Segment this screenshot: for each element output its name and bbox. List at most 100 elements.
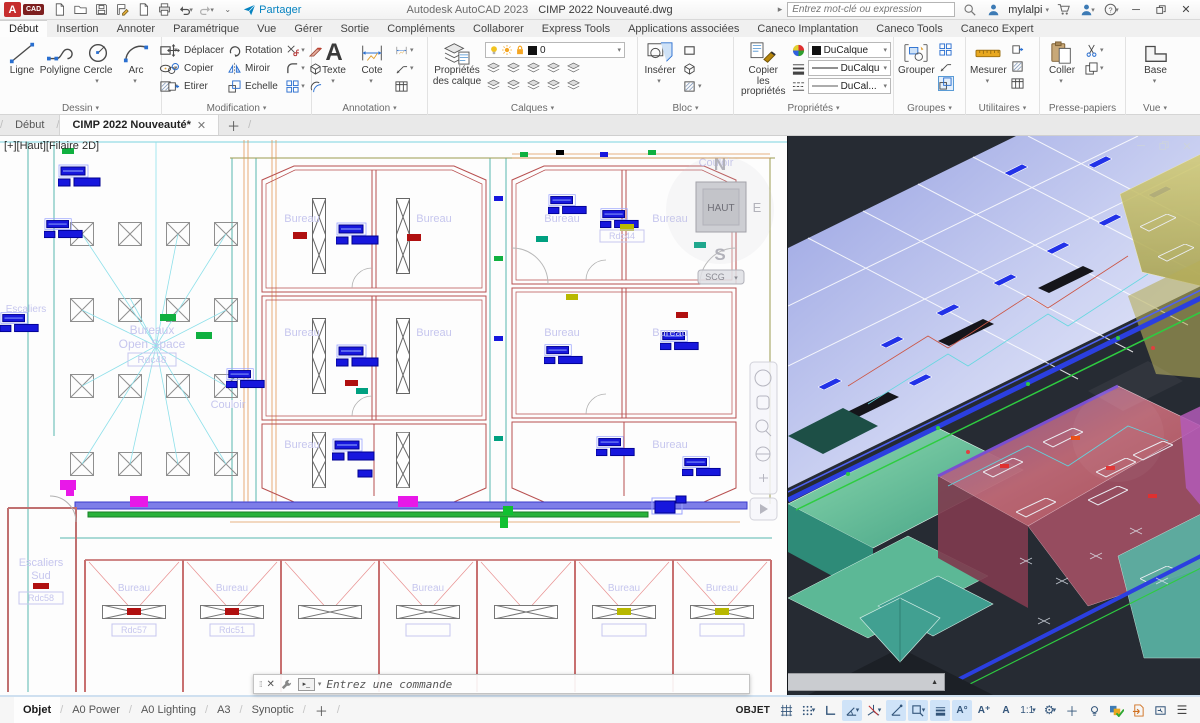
quick-select-button[interactable]	[1010, 42, 1026, 57]
layer-freeze-button[interactable]	[525, 60, 541, 75]
match-properties-button[interactable]: Copierles propriétés	[737, 39, 790, 97]
viewport-close-button[interactable]: ✕	[1180, 140, 1194, 152]
autocad-logo[interactable]: A	[4, 2, 21, 17]
object-snap-toggle[interactable]: ▾	[908, 700, 928, 721]
restore-button[interactable]	[1151, 2, 1171, 18]
point-style-button[interactable]	[1010, 59, 1026, 74]
arc-button[interactable]: Arc▾	[117, 39, 155, 87]
ribbon-tab-sortie[interactable]: Sortie	[331, 20, 378, 37]
ribbon-tab-debut[interactable]: Début	[0, 20, 47, 37]
group-button[interactable]: Grouper	[897, 39, 936, 76]
panel-label-dessin[interactable]: Dessin▾	[0, 101, 161, 115]
viewcube-north[interactable]: N	[714, 155, 726, 174]
dimension-button[interactable]: Cote▾	[353, 39, 391, 87]
lineweight-toggle[interactable]	[930, 700, 950, 721]
annotation-monitor-toggle[interactable]: ＋	[1062, 700, 1082, 721]
scale-button[interactable]: Echelle	[226, 78, 282, 94]
layout-tab-a0-lighting[interactable]: A0 Lighting	[132, 697, 205, 723]
help-icon[interactable]: ▾	[1102, 2, 1121, 18]
save-as-button[interactable]	[113, 2, 132, 18]
viewport-minimize-button[interactable]: ─	[1134, 140, 1148, 152]
panel-label-annotation[interactable]: Annotation▾	[312, 101, 427, 115]
layout-tab-a3[interactable]: A3	[208, 697, 239, 723]
viewport-restore-button[interactable]	[1157, 140, 1171, 152]
calculator-button[interactable]	[1010, 76, 1026, 91]
paste-button[interactable]: Coller▾	[1043, 39, 1081, 87]
ribbon-tab-caneco-implantation[interactable]: Caneco Implantation	[748, 20, 867, 37]
layer-dropdown[interactable]: 0 ▾	[485, 42, 625, 58]
circle-button[interactable]: Cercle▾	[79, 39, 117, 87]
isometric-drafting-toggle[interactable]: ▾	[864, 700, 884, 721]
object-snap-tracking-toggle[interactable]	[886, 700, 906, 721]
command-line-palette[interactable]: ⁞⁞ ✕ ▸_ ▾	[253, 674, 750, 694]
scale-indicator[interactable]: 1:1▾	[1018, 700, 1038, 721]
rotate-button[interactable]: Rotation	[226, 42, 282, 58]
plot-preview-button[interactable]	[134, 2, 153, 18]
ribbon-tab-gerer[interactable]: Gérer	[285, 20, 331, 37]
layer-properties-button[interactable]: Propriétésdes calque	[431, 39, 483, 87]
ribbon-tab-annoter[interactable]: Annoter	[108, 20, 165, 37]
palette-grip[interactable]: ⁞⁞	[259, 680, 261, 689]
layer-unlock-button[interactable]	[525, 77, 541, 92]
file-tab-close-icon[interactable]: ✕	[197, 119, 206, 132]
move-button[interactable]: Déplacer	[165, 42, 224, 58]
annotation-scale-button[interactable]: A	[996, 700, 1016, 721]
share-button[interactable]: Partager	[243, 3, 301, 16]
autoscale-toggle[interactable]: A⁺	[974, 700, 994, 721]
user-icon[interactable]	[984, 2, 1003, 18]
block-attributes-button[interactable]: ▾	[681, 78, 702, 94]
search-icon[interactable]	[960, 2, 979, 18]
viewcube[interactable]: N HAUT E S SCG ▾	[666, 155, 774, 284]
expand-bar-icon[interactable]: ▲	[931, 679, 938, 686]
export-settings-button[interactable]	[1128, 700, 1148, 721]
group-select-toggle[interactable]	[938, 76, 954, 91]
group-edit-button[interactable]	[938, 59, 954, 74]
ribbon-tab-collaborer[interactable]: Collaborer	[464, 20, 533, 37]
annotation-visibility-toggle[interactable]: A°	[952, 700, 972, 721]
layer-match-button[interactable]	[565, 60, 581, 75]
recent-commands-arrow[interactable]: ▾	[318, 680, 322, 688]
color-dropdown[interactable]: DuCalque▾	[808, 42, 891, 58]
lineweight-dropdown[interactable]: DuCalqu▾	[808, 60, 891, 76]
ortho-toggle[interactable]	[820, 700, 840, 721]
command-close-icon[interactable]: ✕	[266, 679, 274, 690]
search-input[interactable]	[787, 2, 955, 17]
panel-label-utilitaires[interactable]: Utilitaires▾	[966, 101, 1039, 115]
ribbon-tab-insertion[interactable]: Insertion	[47, 20, 107, 37]
user-name[interactable]: mylalpi	[1008, 4, 1042, 16]
new-file-button[interactable]	[50, 2, 69, 18]
undo-button[interactable]: ▾	[176, 2, 195, 18]
user-menu-arrow[interactable]: ▾	[1045, 6, 1049, 14]
viewcube-ucs-label[interactable]: SCG	[705, 272, 725, 282]
text-button[interactable]: ATexte▾	[315, 39, 353, 87]
viewcube-east[interactable]: E	[753, 200, 762, 215]
save-button[interactable]	[92, 2, 111, 18]
ribbon-tab-caneco-expert[interactable]: Caneco Expert	[952, 20, 1043, 37]
panel-label-bloc[interactable]: Bloc▾	[638, 101, 733, 115]
leader-button[interactable]: ▾	[393, 60, 414, 76]
panel-label-modification[interactable]: Modification▾	[162, 101, 311, 115]
viewcube-south[interactable]: S	[714, 245, 725, 264]
clean-screen-button[interactable]	[1150, 700, 1170, 721]
layer-isolate-button[interactable]	[505, 60, 521, 75]
workspace-gear-icon[interactable]: ⚙▾	[1040, 700, 1060, 721]
command-input[interactable]	[326, 678, 744, 691]
isolate-objects-button[interactable]	[1084, 700, 1104, 721]
mirror-button[interactable]: Miroir	[226, 60, 282, 76]
ribbon-tab-parametrique[interactable]: Paramétrique	[164, 20, 248, 37]
open-file-button[interactable]	[71, 2, 90, 18]
copy-button[interactable]: Copier	[165, 60, 224, 76]
ribbon-tab-vue[interactable]: Vue	[248, 20, 285, 37]
stretch-button[interactable]: Etirer	[165, 78, 224, 94]
layer-current-button[interactable]	[545, 77, 561, 92]
graphics-performance-button[interactable]	[1106, 700, 1126, 721]
ungroup-button[interactable]	[938, 42, 954, 57]
grid-toggle[interactable]	[776, 700, 796, 721]
customize-wrench-icon[interactable]	[280, 678, 293, 691]
polar-tracking-toggle[interactable]: ▾	[842, 700, 862, 721]
model-space-indicator[interactable]: OBJET	[732, 705, 774, 716]
layer-off-button[interactable]	[485, 60, 501, 75]
layer-thaw-button[interactable]	[505, 77, 521, 92]
layer-on-button[interactable]	[485, 77, 501, 92]
line-button[interactable]: Ligne	[3, 39, 41, 76]
